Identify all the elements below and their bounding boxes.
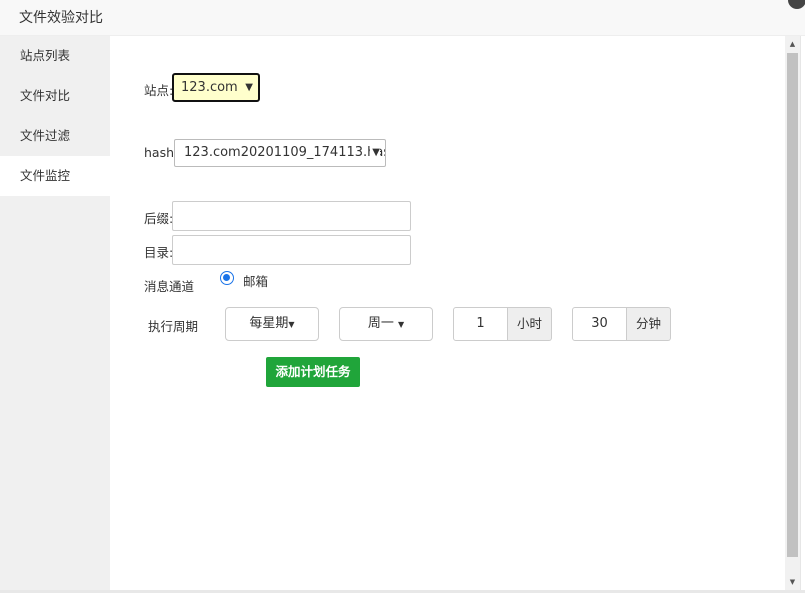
suffix-input[interactable] <box>172 201 411 231</box>
minute-input[interactable]: 30 <box>572 307 627 341</box>
hour-unit: 小时 <box>508 307 552 341</box>
directory-input[interactable] <box>172 235 411 265</box>
sidebar: 站点列表 文件对比 文件过滤 文件监控 <box>0 36 110 593</box>
scroll-down-icon[interactable]: ▼ <box>787 576 798 588</box>
caret-down-icon: ▼ <box>288 320 295 329</box>
minute-unit: 分钟 <box>627 307 671 341</box>
email-radio-label: 邮箱 <box>243 274 269 289</box>
scroll-up-icon[interactable]: ▲ <box>787 38 798 50</box>
add-task-button[interactable]: 添加计划任务 <box>266 357 360 387</box>
sidebar-item-site-list[interactable]: 站点列表 <box>0 36 110 76</box>
period-type-value: 每星期 <box>249 316 289 331</box>
site-label: 站点: <box>144 83 174 98</box>
email-radio[interactable] <box>220 271 234 285</box>
hash-select-value: 123.com20201109_174113.hash <box>184 145 386 160</box>
chevron-down-icon: ▼ <box>245 82 253 93</box>
scrollbar-thumb[interactable] <box>787 53 798 557</box>
sidebar-item-file-monitor[interactable]: 文件监控 <box>0 156 110 196</box>
hash-select[interactable]: 123.com20201109_174113.hash ▼ <box>174 139 386 167</box>
site-select[interactable]: 123.com ▼ <box>172 73 260 102</box>
channel-label: 消息通道 <box>144 279 195 294</box>
sidebar-item-file-compare[interactable]: 文件对比 <box>0 76 110 116</box>
main-panel <box>110 36 785 593</box>
weekday-value: 周一 <box>367 316 394 331</box>
period-type-dropdown[interactable]: 每星期▼ <box>225 307 319 341</box>
chevron-down-icon: ▼ <box>370 140 380 166</box>
directory-label: 目录: <box>144 245 174 260</box>
weekday-dropdown[interactable]: 周一 ▼ <box>339 307 433 341</box>
window-title: 文件效验对比 <box>19 10 103 26</box>
background-page-edge <box>800 36 805 593</box>
site-select-value: 123.com <box>181 80 238 95</box>
file-monitor-dialog: 文件效验对比 站点列表 文件对比 文件过滤 文件监控 站点: 123.com ▼… <box>0 0 805 593</box>
caret-down-icon: ▼ <box>398 320 405 329</box>
titlebar: 文件效验对比 <box>0 0 805 36</box>
suffix-label: 后缀: <box>144 211 174 226</box>
sidebar-item-file-filter[interactable]: 文件过滤 <box>0 116 110 156</box>
hour-input[interactable]: 1 <box>453 307 508 341</box>
period-label: 执行周期 <box>148 319 199 334</box>
